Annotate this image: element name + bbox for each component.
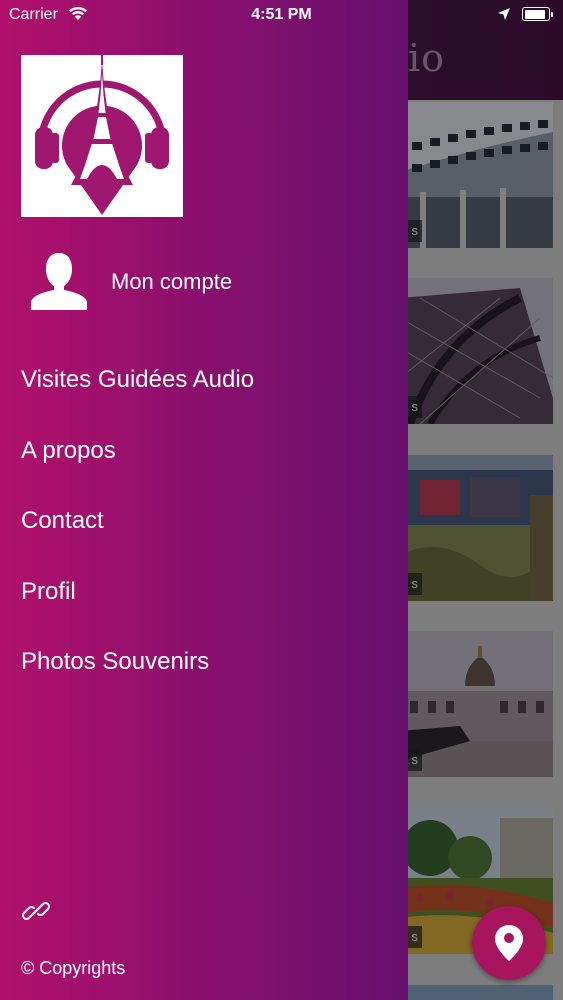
account-row[interactable]: Mon compte [21, 248, 401, 312]
status-bar: Carrier 4:51 PM [0, 0, 563, 30]
menu-item-photos-souvenirs[interactable]: Photos Souvenirs [21, 648, 209, 676]
side-drawer: Mon compte Visites Guidées Audio A propo… [0, 0, 408, 1000]
map-fab-button[interactable] [472, 906, 546, 980]
link-icon[interactable] [21, 896, 51, 926]
location-arrow-icon [498, 8, 510, 20]
app-logo [21, 55, 183, 217]
menu-item-profil[interactable]: Profil [21, 578, 76, 606]
copyright-label: © Copyrights [21, 958, 126, 978]
user-silhouette-icon [31, 253, 87, 310]
battery-icon [522, 7, 553, 21]
account-label: Mon compte [111, 269, 233, 294]
menu-item-visites-guidees-audio[interactable]: Visites Guidées Audio [21, 366, 254, 394]
map-pin-icon [495, 925, 523, 961]
status-time: 4:51 PM [251, 6, 312, 23]
menu-item-a-propos[interactable]: A propos [21, 437, 116, 465]
eiffel-headphones-logo-icon [35, 55, 169, 215]
menu-item-contact[interactable]: Contact [21, 507, 104, 535]
